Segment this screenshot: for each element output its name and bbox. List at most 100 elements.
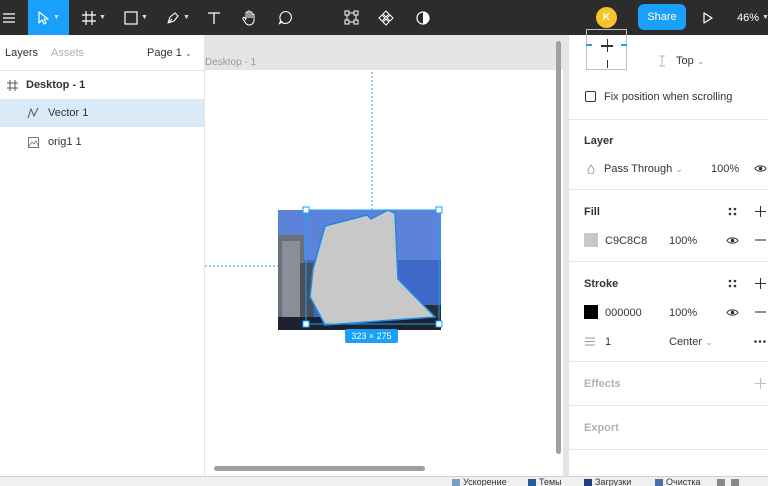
layers-panel: Layers Assets Page 1 ⌄ Desktop - 1 Vecto… xyxy=(0,35,205,476)
frame-hash-icon xyxy=(82,10,97,25)
fill-hex-value[interactable]: C9C8C8 xyxy=(605,235,647,247)
shape-tool-button[interactable]: ▼ xyxy=(120,0,152,35)
fill-opacity[interactable]: 100% xyxy=(669,235,697,247)
add-stroke-plus-icon[interactable] xyxy=(753,276,767,290)
mask-half-circle-icon xyxy=(416,10,430,25)
text-t-icon xyxy=(208,11,220,24)
fill-color-swatch[interactable] xyxy=(584,233,598,247)
top-toolbar: ▼ ▼ ▼ ▼ K Share 46% ▼ xyxy=(0,0,768,35)
panel-tabs: Layers Assets Page 1 ⌄ xyxy=(0,35,205,71)
cursor-arrow-icon xyxy=(38,10,49,25)
vertical-constraint-icon xyxy=(657,54,667,68)
layer-opacity[interactable]: 100% xyxy=(711,163,739,175)
export-section-title: Export xyxy=(584,422,619,434)
stroke-weight-value[interactable]: 1 xyxy=(605,336,611,348)
tray-icons[interactable] xyxy=(717,477,742,486)
play-icon xyxy=(703,11,713,24)
effects-section-title: Effects xyxy=(584,378,621,390)
hamburger-menu-icon[interactable] xyxy=(0,0,18,35)
eye-icon[interactable] xyxy=(725,233,739,247)
stroke-weight-icon xyxy=(584,335,596,347)
more-options-icon[interactable] xyxy=(753,335,767,347)
downloads-icon xyxy=(584,478,592,486)
canvas-vertical-scrollbar[interactable] xyxy=(556,41,561,454)
chevron-down-icon: ▼ xyxy=(762,14,768,21)
zoom-level-dropdown[interactable]: 46% ▼ xyxy=(737,0,768,35)
layer-row-vector[interactable]: Vector 1 xyxy=(0,99,204,127)
resize-handle-top-left[interactable] xyxy=(302,206,310,214)
canvas-artwork xyxy=(205,72,443,343)
component-diamond-icon xyxy=(378,9,394,26)
blend-mode-dropdown[interactable]: Pass Through ⌄ xyxy=(604,163,683,175)
pen-icon xyxy=(167,11,179,24)
fix-position-checkbox[interactable] xyxy=(585,91,596,102)
eye-icon[interactable] xyxy=(753,161,767,175)
remove-stroke-minus-icon[interactable] xyxy=(753,305,767,319)
page-selector[interactable]: Page 1 ⌄ xyxy=(147,47,192,59)
style-grid-icon[interactable] xyxy=(726,205,738,217)
layer-label: Desktop - 1 xyxy=(26,79,86,91)
share-button[interactable]: Share xyxy=(638,4,686,30)
mask-button[interactable] xyxy=(412,0,434,35)
stroke-color-swatch[interactable] xyxy=(584,305,598,319)
taskbar-item[interactable]: Ускорение xyxy=(452,477,507,486)
layer-row-desktop[interactable]: Desktop - 1 xyxy=(0,71,204,99)
add-fill-plus-icon[interactable] xyxy=(753,204,767,218)
frame-tool-button[interactable]: ▼ xyxy=(78,0,110,35)
zoom-value: 46% xyxy=(737,11,760,24)
hand-icon xyxy=(241,10,254,26)
design-canvas[interactable]: Desktop - 1 323 × 275 xyxy=(205,35,568,476)
tab-layers[interactable]: Layers xyxy=(5,47,38,59)
vertical-constraint-value: Top xyxy=(676,55,694,67)
user-avatar[interactable]: K xyxy=(596,7,617,28)
layer-section-title: Layer xyxy=(584,135,614,147)
speedup-icon xyxy=(452,478,460,486)
page-selector-label: Page 1 xyxy=(147,47,182,59)
fix-position-label: Fix position when scrolling xyxy=(604,91,733,103)
fill-section-title: Fill xyxy=(584,206,600,218)
hand-tool-button[interactable] xyxy=(238,0,260,35)
taskbar-item[interactable]: Темы xyxy=(528,477,562,486)
stroke-position-value: Center xyxy=(669,336,703,348)
style-grid-icon[interactable] xyxy=(726,277,738,289)
present-play-button[interactable] xyxy=(700,0,716,35)
tab-assets[interactable]: Assets xyxy=(51,47,84,59)
constraint-right-indicator[interactable] xyxy=(621,44,627,46)
remove-fill-minus-icon[interactable] xyxy=(753,233,767,247)
constraint-box[interactable] xyxy=(586,29,627,70)
layer-label: orig1 1 xyxy=(48,136,82,148)
move-tool-button[interactable]: ▼ xyxy=(28,0,69,35)
properties-panel: Top ⌄ Fix position when scrolling Layer … xyxy=(568,29,768,476)
chevron-down-icon: ⌄ xyxy=(675,164,683,174)
edit-object-button[interactable] xyxy=(340,0,362,35)
taskbar-item[interactable]: Загрузки xyxy=(584,477,631,486)
vertical-constraint-dropdown[interactable]: Top ⌄ xyxy=(676,55,704,67)
frame-icon xyxy=(6,79,18,91)
text-tool-button[interactable] xyxy=(204,0,224,35)
eye-icon[interactable] xyxy=(725,305,739,319)
themes-icon xyxy=(528,478,536,486)
vector-icon xyxy=(27,107,39,119)
resize-handle-bottom-left[interactable] xyxy=(302,320,310,328)
comment-tool-button[interactable] xyxy=(274,0,296,35)
stroke-opacity[interactable]: 100% xyxy=(669,307,697,319)
taskbar-item[interactable]: Очистка xyxy=(655,477,700,486)
add-effect-plus-icon[interactable] xyxy=(753,376,767,390)
layer-row-orig[interactable]: orig1 1 xyxy=(0,128,204,156)
pen-tool-button[interactable]: ▼ xyxy=(162,0,194,35)
rectangle-icon xyxy=(124,10,138,25)
canvas-horizontal-scrollbar[interactable] xyxy=(214,466,425,471)
comment-bubble-icon xyxy=(277,10,292,25)
blend-mode-value: Pass Through xyxy=(604,163,673,175)
create-component-button[interactable] xyxy=(375,0,397,35)
network-icon xyxy=(730,478,739,486)
blend-drop-icon xyxy=(586,163,596,175)
chevron-down-icon: ⌄ xyxy=(184,49,192,58)
stroke-section-title: Stroke xyxy=(584,278,619,290)
stroke-hex-value[interactable]: 000000 xyxy=(605,307,642,319)
stroke-position-dropdown[interactable]: Center ⌄ xyxy=(669,336,713,348)
resize-handle-top-right[interactable] xyxy=(435,206,443,214)
selection-size-badge: 323 × 275 xyxy=(351,331,392,341)
constraint-left-indicator[interactable] xyxy=(586,44,592,46)
resize-handle-bottom-right[interactable] xyxy=(435,320,443,328)
